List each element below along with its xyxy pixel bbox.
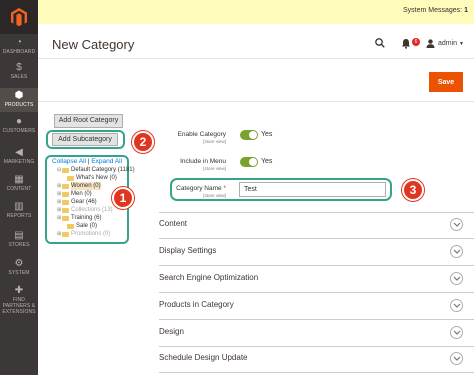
chevron-down-icon[interactable] — [450, 218, 463, 231]
folder-icon — [62, 207, 69, 213]
tree-node-training[interactable]: ⊞ Training (6) — [57, 214, 135, 222]
sidebar-item-stores[interactable]: ▤ STORES — [0, 231, 38, 251]
sidebar-item-customers[interactable]: ● CUSTOMERS — [0, 117, 38, 137]
enable-category-label: Enable Category — [177, 131, 226, 138]
tree-links-separator: | — [87, 158, 90, 165]
header-divider — [38, 58, 474, 59]
tree-node-promotions[interactable]: ⊞ Promotions (0) — [57, 230, 135, 238]
actions-divider — [38, 101, 474, 102]
person-icon: ● — [15, 116, 23, 127]
collapse-all-link[interactable]: Collapse All — [52, 158, 86, 165]
box-icon: ⬢ — [14, 90, 24, 101]
category-name-input[interactable] — [239, 182, 386, 197]
folder-icon — [62, 215, 69, 221]
callout-3: 3 — [402, 179, 424, 201]
bar-chart-icon: ▥ — [14, 201, 24, 212]
admin-sidebar: ◔ DASHBOARD $ SALES ⬢ PRODUCTS ● CUSTOME… — [0, 0, 38, 375]
section-schedule-design-update[interactable]: Schedule Design Update — [159, 346, 474, 373]
save-button[interactable]: Save — [429, 72, 463, 92]
sidebar-item-reports[interactable]: ▥ REPORTS — [0, 202, 38, 222]
megaphone-icon: ◀ — [15, 147, 23, 158]
tree-node-whats-new[interactable]: What's New (0) — [57, 174, 135, 182]
section-display-settings[interactable]: Display Settings — [159, 239, 474, 266]
tree-links: Collapse All | Expand All — [52, 158, 122, 165]
chevron-down-icon[interactable] — [450, 326, 463, 339]
section-design[interactable]: Design — [159, 320, 474, 347]
notification-count-badge: 6 — [412, 38, 420, 46]
include-in-menu-scope: [store view] — [203, 166, 226, 171]
system-messages-bar: System Messages: 1 — [38, 0, 474, 24]
dashboard-icon: ◔ — [15, 37, 23, 48]
chevron-down-icon[interactable] — [450, 299, 463, 312]
include-in-menu-toggle[interactable] — [240, 157, 258, 167]
puzzle-icon: ✚ — [14, 285, 24, 296]
sidebar-item-dashboard[interactable]: ◔ DASHBOARD — [0, 38, 38, 58]
page-title: New Category — [52, 37, 135, 52]
chevron-down-icon[interactable] — [450, 245, 463, 258]
enable-category-scope: [store view] — [203, 139, 226, 144]
folder-icon — [67, 175, 74, 181]
sidebar-item-sales[interactable]: $ SALES — [0, 63, 38, 83]
enable-category-toggle[interactable] — [240, 130, 258, 140]
folder-icon — [62, 167, 69, 173]
section-products-in-category[interactable]: Products in Category — [159, 293, 474, 320]
add-subcategory-button[interactable]: Add Subcategory — [52, 133, 118, 146]
sidebar-item-products[interactable]: ⬢ PRODUCTS — [0, 88, 38, 112]
include-in-menu-label: Include in Menu — [180, 158, 226, 165]
sidebar-item-marketing[interactable]: ◀ MARKETING — [0, 148, 38, 168]
user-icon[interactable] — [426, 39, 435, 48]
enable-category-value: Yes — [261, 131, 273, 138]
section-seo[interactable]: Search Engine Optimization — [159, 266, 474, 293]
section-content[interactable]: Content — [159, 212, 474, 239]
gear-icon: ⚙ — [14, 258, 24, 269]
store-icon: ▤ — [14, 230, 24, 241]
category-name-scope: [store view] — [203, 193, 226, 198]
tree-node-sale[interactable]: Sale (0) — [57, 222, 135, 230]
chevron-down-icon[interactable] — [450, 352, 463, 365]
folder-icon — [62, 199, 69, 205]
add-root-category-button[interactable]: Add Root Category — [54, 114, 123, 128]
chevron-down-icon: ▼ — [459, 41, 464, 47]
bell-icon[interactable] — [401, 38, 411, 49]
sidebar-item-partners[interactable]: ✚ FIND PARTNERS & EXTENSIONS — [0, 286, 38, 316]
system-messages[interactable]: System Messages: 1 — [403, 7, 468, 14]
folder-icon — [67, 223, 74, 229]
required-asterisk: * — [223, 185, 226, 192]
category-name-label: Category Name * — [176, 185, 226, 192]
sidebar-item-system[interactable]: ⚙ SYSTEM — [0, 259, 38, 279]
admin-user-menu[interactable]: admin ▼ — [438, 40, 464, 47]
folder-icon — [62, 183, 69, 189]
folder-icon — [62, 231, 69, 237]
dollar-icon: $ — [16, 62, 22, 73]
sidebar-item-content[interactable]: ▦ CONTENT — [0, 175, 38, 195]
chevron-down-icon[interactable] — [450, 272, 463, 285]
folder-icon — [62, 191, 69, 197]
include-in-menu-value: Yes — [261, 158, 273, 165]
magento-logo[interactable] — [0, 0, 38, 34]
search-icon[interactable] — [375, 38, 385, 48]
content-icon: ▦ — [14, 174, 24, 185]
